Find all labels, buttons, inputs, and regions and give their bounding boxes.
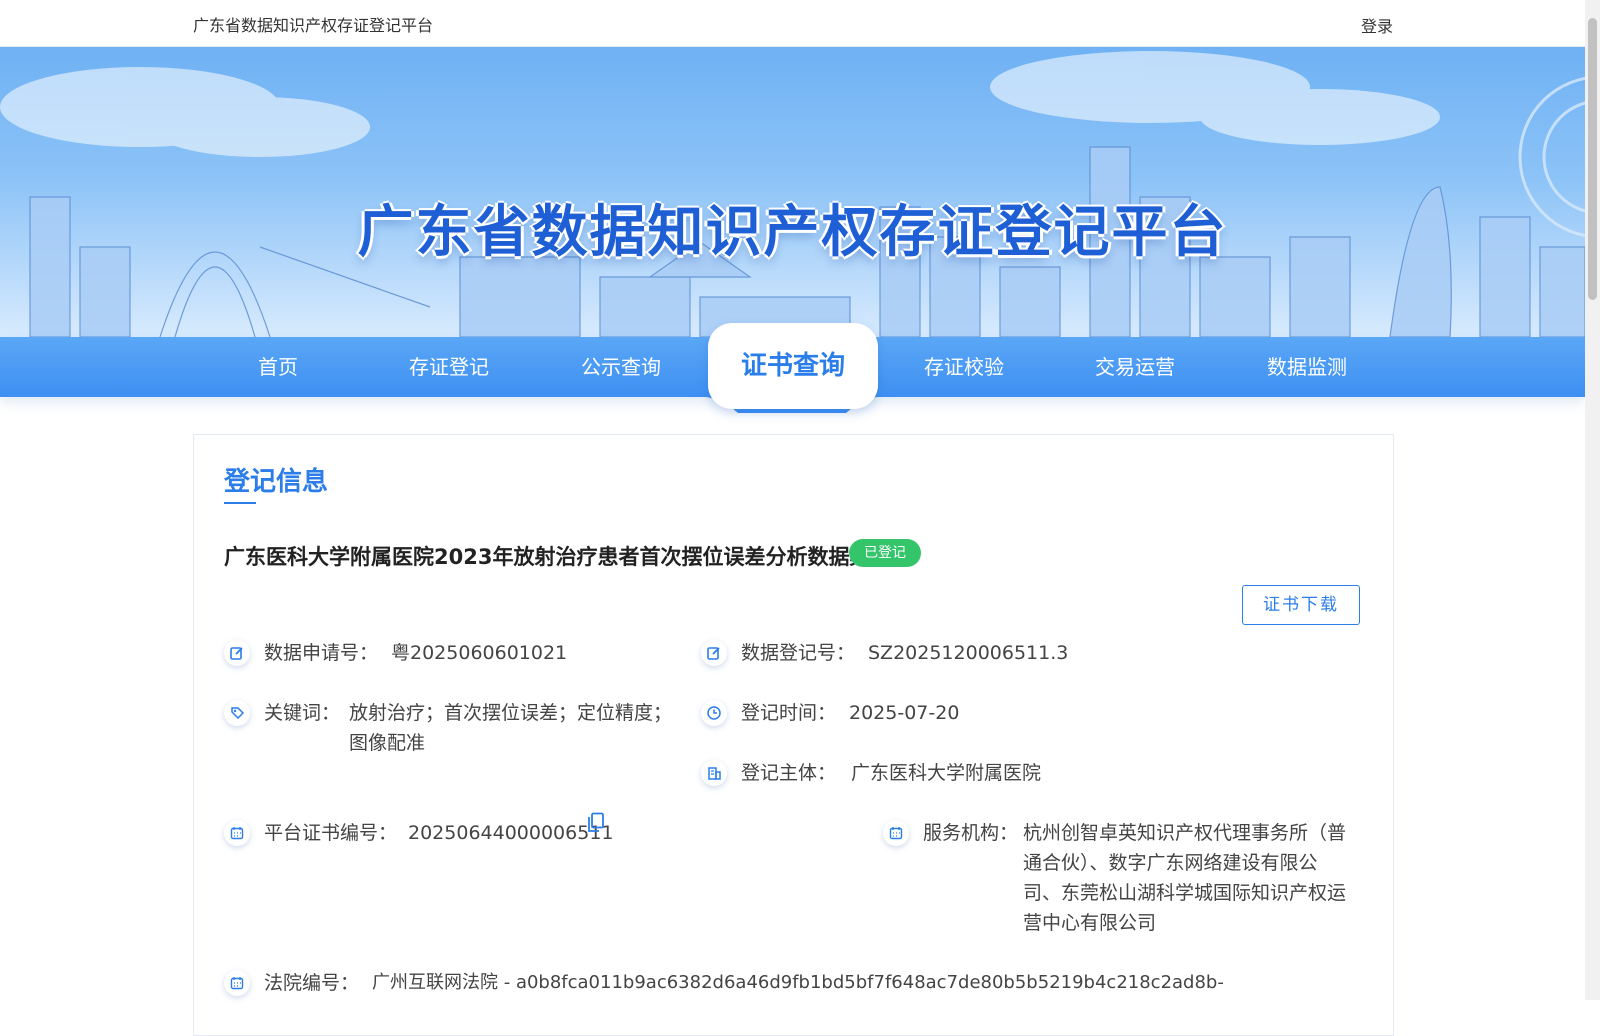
main-nav: 首页 存证登记 公示查询 证书查询 存证校验 交易运营 数据监测	[0, 323, 1585, 413]
field-registrant: 登记主体： 广东医科大学附属医院	[701, 758, 1341, 788]
edit-icon	[701, 640, 727, 666]
court-no-label: 法院编号：	[264, 972, 360, 994]
registration-time-value: 2025-07-20	[849, 702, 960, 724]
section-title: 登记信息	[224, 467, 329, 497]
service-org-label: 服务机构：	[923, 822, 1019, 844]
registration-time-label: 登记时间：	[741, 702, 837, 724]
nav-item-registration[interactable]: 存证登记	[364, 337, 534, 397]
field-platform-cert-no: 平台证书编号： 20250644000006511	[224, 812, 684, 848]
scrollbar-thumb[interactable]	[1588, 18, 1597, 300]
court-no-value: 广州互联网法院 - a0b8fca011b9ac6382d6a46d9fb1bd…	[372, 972, 1224, 993]
tag-icon	[224, 700, 250, 726]
nav-item-public-query[interactable]: 公示查询	[536, 337, 706, 397]
section-underline	[224, 502, 256, 504]
edit-icon	[224, 640, 250, 666]
registrant-label: 登记主体：	[741, 762, 837, 784]
field-keywords: 关键词： 放射治疗；首次摆位误差；定位精度；图像配准	[224, 698, 684, 760]
top-bar: 广东省数据知识产权存证登记平台 登录	[0, 0, 1585, 47]
registration-no-value: SZ2025120006511.3	[868, 642, 1069, 664]
dataset-title: 广东医科大学附属医院2023年放射治疗患者首次摆位误差分析数据集	[224, 545, 871, 569]
nav-item-trading[interactable]: 交易运营	[1050, 337, 1220, 397]
platform-cert-no-label: 平台证书编号：	[264, 822, 398, 844]
keywords-value: 放射治疗；首次摆位误差；定位精度；图像配准	[349, 702, 673, 754]
certificate-download-button[interactable]: 证书下载	[1242, 585, 1360, 625]
keywords-label: 关键词：	[264, 702, 341, 724]
clock-icon	[701, 700, 727, 726]
application-no-label: 数据申请号：	[264, 642, 379, 664]
registrant-value: 广东医科大学附属医院	[851, 762, 1042, 784]
application-no-value: 粤2025060601021	[391, 642, 568, 664]
banner-title: 广东省数据知识产权存证登记平台	[357, 200, 1228, 265]
field-registration-no: 数据登记号： SZ2025120006511.3	[701, 638, 1341, 668]
copy-icon[interactable]	[587, 812, 605, 843]
field-application-no: 数据申请号： 粤2025060601021	[224, 638, 664, 668]
field-registration-time: 登记时间： 2025-07-20	[701, 698, 1341, 728]
site-name: 广东省数据知识产权存证登记平台	[193, 16, 434, 35]
platform-cert-no-value: 20250644000006511	[408, 822, 614, 844]
calendar-icon	[224, 820, 250, 846]
nav-item-monitoring[interactable]: 数据监测	[1222, 337, 1392, 397]
nav-item-verification[interactable]: 存证校验	[879, 337, 1049, 397]
service-org-value: 杭州创智卓英知识产权代理事务所（普通合伙）、数字广东网络建设有限公司、东莞松山湖…	[1023, 822, 1347, 934]
field-court-no: 法院编号： 广州互联网法院 - a0b8fca011b9ac6382d6a46d…	[224, 968, 1364, 998]
field-service-org: 服务机构： 杭州创智卓英知识产权代理事务所（普通合伙）、数字广东网络建设有限公司…	[883, 818, 1353, 938]
page-scrollbar[interactable]	[1585, 0, 1600, 1000]
calendar-icon	[224, 970, 250, 996]
registration-card: 登记信息 广东医科大学附属医院2023年放射治疗患者首次摆位误差分析数据集 已登…	[193, 434, 1394, 1036]
building-icon	[701, 760, 727, 786]
registration-no-label: 数据登记号：	[741, 642, 856, 664]
nav-item-certificate-query[interactable]: 证书查询	[708, 323, 878, 409]
hero-banner: 广东省数据知识产权存证登记平台	[0, 47, 1585, 337]
login-link[interactable]: 登录	[1361, 13, 1393, 37]
calendar-icon	[883, 820, 909, 846]
status-badge: 已登记	[849, 539, 921, 567]
nav-item-home[interactable]: 首页	[193, 337, 363, 397]
